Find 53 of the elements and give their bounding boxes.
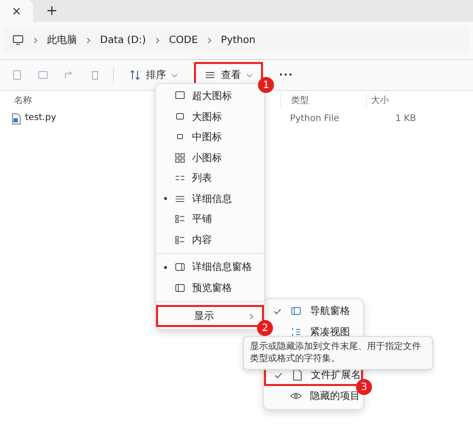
breadcrumb-item[interactable]: Data (D:) (100, 34, 146, 46)
view-icon (174, 213, 186, 226)
column-header[interactable]: 大小 (371, 96, 389, 106)
view-icon (174, 261, 186, 274)
view-icon (174, 234, 186, 246)
menu-item[interactable]: 小图标 (156, 148, 264, 168)
caret-icon (171, 72, 178, 78)
bullet-icon (164, 197, 166, 200)
checkmark-icon (274, 370, 283, 380)
step-number-badge: 2 (257, 320, 273, 336)
tooltip: 显示或隐藏添加到文件末尾、用于指定文件类型或格式的字符集。 (243, 336, 433, 370)
chevron-icon (154, 36, 160, 44)
breadcrumb-item[interactable]: Python (220, 34, 256, 46)
menu-item[interactable]: 预览窗格 (156, 278, 264, 298)
menu-item[interactable]: 列表 (156, 168, 264, 188)
close-tab-button[interactable]: × (11, 4, 22, 18)
sort-button[interactable]: 排序 (121, 64, 186, 86)
menu-item[interactable]: 文件扩展名 (266, 366, 361, 384)
chevron-icon (86, 36, 91, 44)
breadcrumb-item[interactable]: 此电脑 (47, 33, 77, 47)
new-tab-button[interactable]: + (46, 3, 58, 19)
option-icon (291, 369, 303, 381)
menu-item[interactable]: 平铺 (156, 209, 264, 230)
option-icon (290, 305, 302, 318)
option-icon (290, 326, 302, 338)
file-name[interactable]: test.py (25, 113, 56, 125)
view-button[interactable]: 查看 (196, 64, 261, 86)
address-bar[interactable]: 此电脑 Data (D:) CODE Python (4, 27, 469, 53)
file-size: 1 KB (395, 114, 416, 124)
menu-item[interactable]: 大图标 (156, 106, 264, 127)
menu-item[interactable]: 详细信息窗格 (156, 257, 264, 278)
column-header[interactable]: 类型 (291, 96, 309, 106)
menu-item[interactable]: 详细信息 (156, 188, 264, 209)
chevron-icon (206, 36, 212, 44)
checkmark-icon (272, 306, 282, 316)
menu-item[interactable]: 显示 (158, 307, 262, 325)
more-button[interactable]: ··· (271, 64, 302, 86)
menu-item[interactable]: 导航窗格 (264, 301, 363, 322)
view-icon (174, 152, 186, 164)
breadcrumb-item[interactable]: CODE (168, 34, 198, 46)
menu-item[interactable]: 中图标 (156, 127, 264, 148)
file-type: Python File (290, 114, 340, 124)
step-number-badge: 1 (258, 77, 274, 93)
sort-icon (129, 69, 141, 81)
list-icon (204, 69, 216, 81)
chevron-icon (33, 36, 38, 44)
computer-icon (12, 34, 24, 46)
view-icon (174, 282, 186, 294)
menu-item[interactable]: 内容 (156, 230, 264, 250)
column-header[interactable]: 名称 (14, 96, 32, 106)
python-file-icon (10, 113, 22, 125)
bullet-icon (164, 266, 166, 269)
caret-icon (246, 72, 253, 78)
